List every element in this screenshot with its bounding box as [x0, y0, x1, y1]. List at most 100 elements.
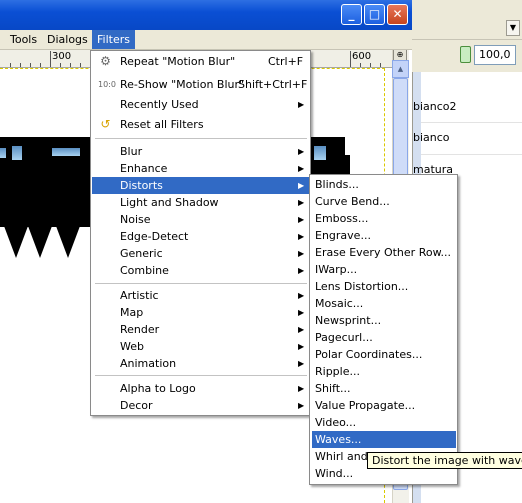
- submenu-arrow-icon: ▶: [298, 147, 305, 156]
- menu-item-repeat-filter[interactable]: ⚙ Repeat "Motion Blur" Ctrl+F: [92, 53, 309, 70]
- menu-item-enhance[interactable]: Enhance ▶: [92, 160, 309, 177]
- reshow-icon: 10:0: [98, 80, 116, 89]
- submenu-item-blinds[interactable]: Blinds...: [312, 176, 456, 193]
- menu-item-label: Polar Coordinates...: [315, 348, 423, 361]
- menu-item-label: Repeat "Motion Blur": [120, 55, 236, 68]
- scroll-up-button[interactable]: ▲: [392, 60, 409, 78]
- submenu-item-polar-coordinates[interactable]: Polar Coordinates...: [312, 346, 456, 363]
- submenu-arrow-icon: ▶: [298, 249, 305, 258]
- submenu-item-newsprint[interactable]: Newsprint...: [312, 312, 456, 329]
- layer-name: bianco2: [413, 100, 457, 113]
- menu-item-reset-all-filters[interactable]: ↺ Reset all Filters: [92, 116, 309, 133]
- menu-item-alpha-to-logo[interactable]: Alpha to Logo ▶: [92, 380, 309, 397]
- menu-filters[interactable]: Filters: [92, 30, 135, 49]
- menu-bar: Tools Dialogs Filters: [0, 30, 412, 50]
- menu-item-label: Light and Shadow: [120, 196, 219, 209]
- menu-item-label: Erase Every Other Row...: [315, 246, 452, 259]
- menu-item-label: Waves...: [315, 433, 362, 446]
- submenu-item-value-propagate[interactable]: Value Propagate...: [312, 397, 456, 414]
- image-artwork: [0, 148, 6, 158]
- zoom-slider[interactable]: [460, 46, 471, 63]
- ruler-label: 600: [352, 51, 372, 62]
- menu-item-label: Map: [120, 306, 144, 319]
- repeat-icon: ⚙: [100, 54, 111, 68]
- menu-item-animation[interactable]: Animation ▶: [92, 355, 309, 372]
- menu-item-label: Decor: [120, 399, 153, 412]
- menu-item-label: Value Propagate...: [315, 399, 416, 412]
- menu-item-label: Pagecurl...: [315, 331, 373, 344]
- submenu-arrow-icon: ▶: [298, 308, 305, 317]
- menu-item-generic[interactable]: Generic ▶: [92, 245, 309, 262]
- menu-item-reshow-filter[interactable]: 10:0 Re-Show "Motion Blur" Shift+Ctrl+F: [92, 76, 309, 93]
- menu-item-label: Video...: [315, 416, 357, 429]
- submenu-item-mosaic[interactable]: Mosaic...: [312, 295, 456, 312]
- menu-item-label: Artistic: [120, 289, 159, 302]
- menu-item-render[interactable]: Render ▶: [92, 321, 309, 338]
- layer-name: bianco: [413, 131, 450, 144]
- submenu-item-ripple[interactable]: Ripple...: [312, 363, 456, 380]
- chevron-down-icon[interactable]: ▼: [506, 20, 520, 36]
- menu-item-label: Re-Show "Motion Blur": [120, 78, 245, 91]
- menu-dialogs[interactable]: Dialogs: [42, 30, 93, 49]
- menu-item-label: Animation: [120, 357, 177, 370]
- submenu-arrow-icon: ▶: [298, 359, 305, 368]
- menu-item-label: Recently Used: [120, 98, 199, 111]
- filters-menu: ⚙ Repeat "Motion Blur" Ctrl+F 10:0 Re-Sh…: [90, 50, 311, 416]
- menu-item-label: Render: [120, 323, 160, 336]
- shortcut-label: Ctrl+F: [268, 55, 304, 68]
- menu-item-artistic[interactable]: Artistic ▶: [92, 287, 309, 304]
- menu-item-label: Newsprint...: [315, 314, 382, 327]
- menu-item-label: IWarp...: [315, 263, 358, 276]
- menu-item-label: Distorts: [120, 179, 163, 192]
- submenu-arrow-icon: ▶: [298, 325, 305, 334]
- menu-item-edge-detect[interactable]: Edge-Detect ▶: [92, 228, 309, 245]
- submenu-item-pagecurl[interactable]: Pagecurl...: [312, 329, 456, 346]
- submenu-item-curve-bend[interactable]: Curve Bend...: [312, 193, 456, 210]
- menu-item-light-and-shadow[interactable]: Light and Shadow ▶: [92, 194, 309, 211]
- submenu-arrow-icon: ▶: [298, 181, 305, 190]
- dock-header: ▼: [412, 0, 522, 40]
- image-artwork: [52, 148, 80, 156]
- menu-item-distorts[interactable]: Distorts ▶: [92, 177, 309, 194]
- submenu-item-emboss[interactable]: Emboss...: [312, 210, 456, 227]
- menu-item-recently-used[interactable]: Recently Used ▶: [92, 96, 309, 113]
- menu-item-label: Mosaic...: [315, 297, 364, 310]
- title-bar: _ □ ✕: [0, 0, 412, 30]
- submenu-arrow-icon: ▶: [298, 100, 305, 109]
- image-artwork: [12, 146, 22, 160]
- menu-item-label: Web: [120, 340, 144, 353]
- maximize-button[interactable]: □: [364, 4, 385, 25]
- submenu-item-waves[interactable]: Waves...: [312, 431, 456, 448]
- menu-item-map[interactable]: Map ▶: [92, 304, 309, 321]
- submenu-item-video[interactable]: Video...: [312, 414, 456, 431]
- menu-item-label: Alpha to Logo: [120, 382, 196, 395]
- image-artwork: [56, 226, 80, 258]
- close-button[interactable]: ✕: [387, 4, 408, 25]
- submenu-arrow-icon: ▶: [298, 266, 305, 275]
- submenu-item-engrave[interactable]: Engrave...: [312, 227, 456, 244]
- tooltip: Distort the image with waves: [367, 452, 522, 469]
- image-artwork: [28, 226, 52, 258]
- shortcut-label: Shift+Ctrl+F: [238, 78, 308, 91]
- menu-item-decor[interactable]: Decor ▶: [92, 397, 309, 414]
- submenu-item-erase-every-other-row[interactable]: Erase Every Other Row...: [312, 244, 456, 261]
- menu-item-noise[interactable]: Noise ▶: [92, 211, 309, 228]
- submenu-item-iwarp[interactable]: IWarp...: [312, 261, 456, 278]
- menu-tools[interactable]: Tools: [5, 30, 42, 49]
- menu-item-blur[interactable]: Blur ▶: [92, 143, 309, 160]
- submenu-item-shift[interactable]: Shift...: [312, 380, 456, 397]
- menu-item-label: Generic: [120, 247, 163, 260]
- menu-item-label: Noise: [120, 213, 151, 226]
- zoom-field[interactable]: 100,0: [474, 45, 516, 65]
- menu-item-label: Blinds...: [315, 178, 359, 191]
- menu-item-label: Shift...: [315, 382, 351, 395]
- minimize-button[interactable]: _: [341, 4, 362, 25]
- submenu-arrow-icon: ▶: [298, 215, 305, 224]
- menu-item-label: Edge-Detect: [120, 230, 189, 243]
- menu-item-label: Blur: [120, 145, 143, 158]
- menu-item-label: Combine: [120, 264, 169, 277]
- submenu-item-lens-distortion[interactable]: Lens Distortion...: [312, 278, 456, 295]
- menu-item-combine[interactable]: Combine ▶: [92, 262, 309, 279]
- menu-item-label: Engrave...: [315, 229, 371, 242]
- menu-item-web[interactable]: Web ▶: [92, 338, 309, 355]
